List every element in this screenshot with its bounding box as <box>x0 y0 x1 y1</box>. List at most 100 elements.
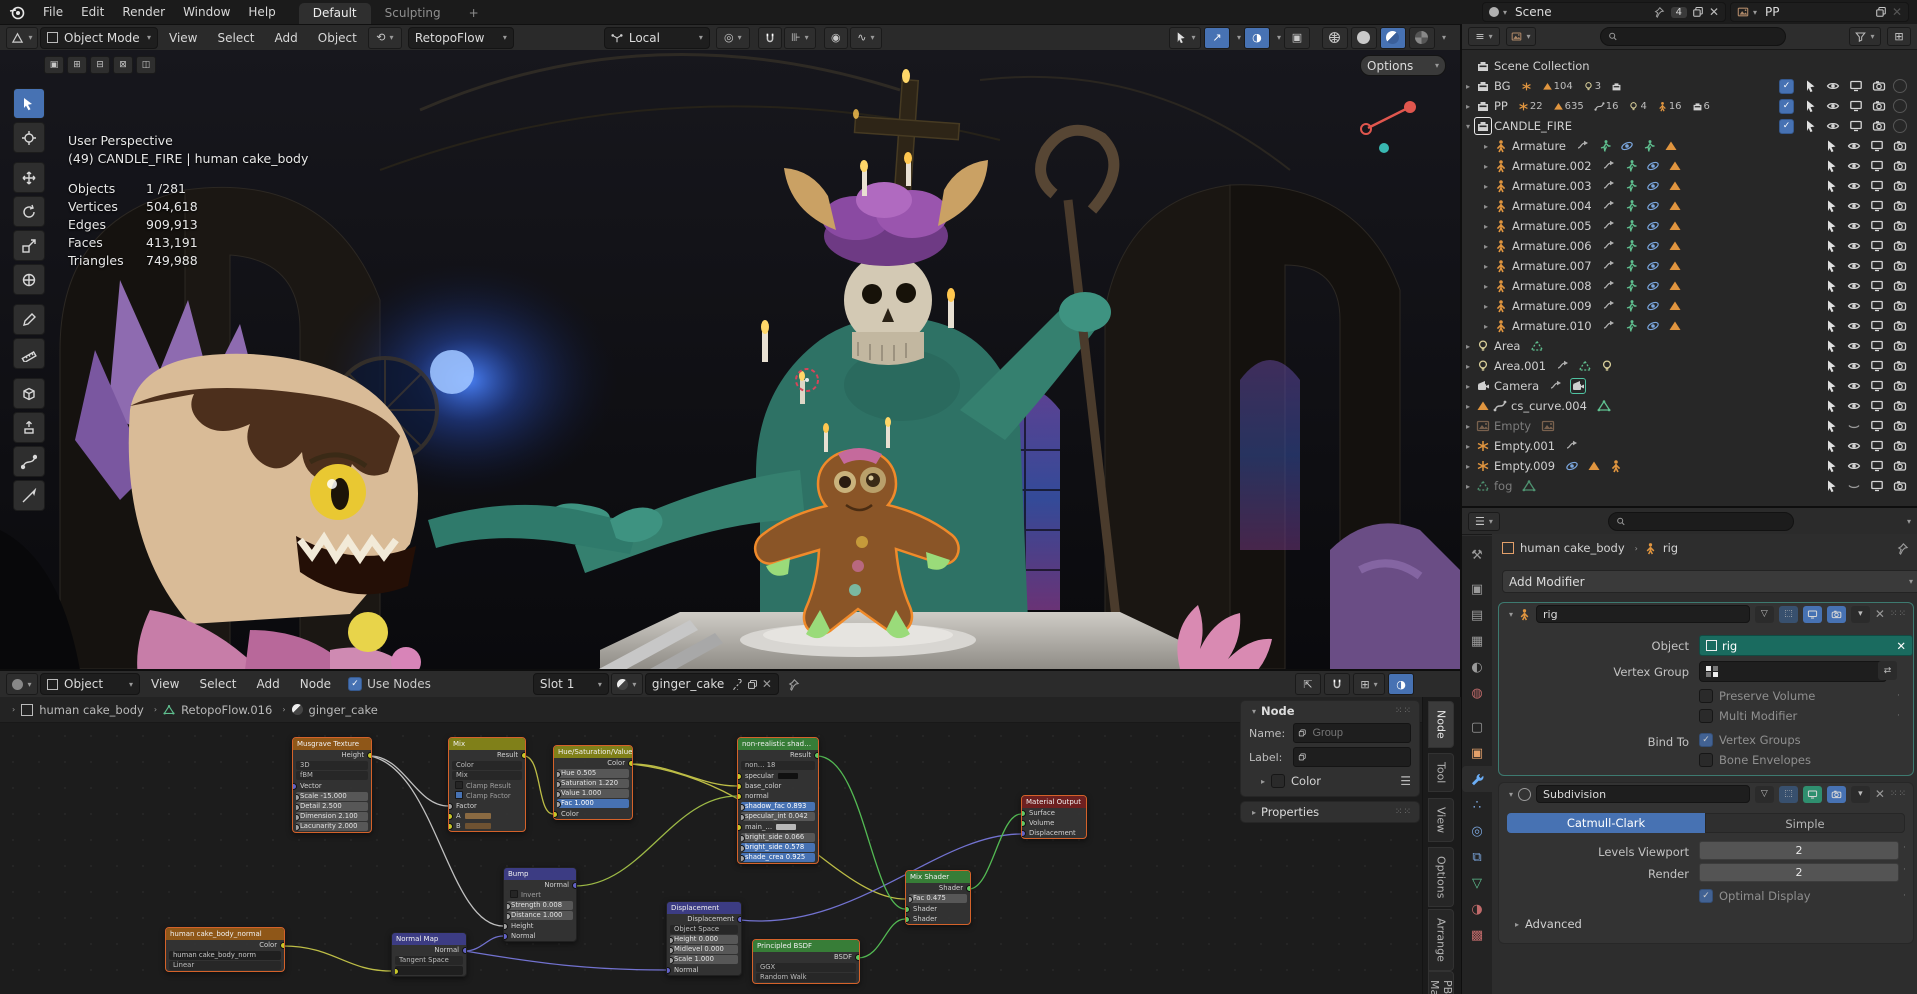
drag-handle[interactable]: ⁙⁙ <box>1890 789 1907 799</box>
material-browse-dropdown[interactable]: ▾ <box>611 673 643 695</box>
selectable-icon[interactable] <box>1824 199 1838 213</box>
outliner-row-armature-010[interactable]: ▸Armature.010 <box>1462 316 1917 336</box>
copy-icon[interactable] <box>1875 6 1887 18</box>
breadcrumb-object[interactable]: human cake_body <box>1520 541 1625 555</box>
menu-file[interactable]: File <box>34 3 72 21</box>
outliner-row-armature-008[interactable]: ▸Armature.008 <box>1462 276 1917 296</box>
menu-add[interactable]: Add <box>266 29 307 47</box>
modifier-extras-dropdown[interactable]: ▾ <box>1851 786 1870 803</box>
selectable-icon[interactable] <box>1824 379 1838 393</box>
outliner-row-area[interactable]: ▸Area <box>1462 336 1917 356</box>
tab-view-layer[interactable]: ▦ <box>1462 628 1492 654</box>
render-disable-icon[interactable] <box>1893 199 1907 213</box>
sidebar-tab-options[interactable]: Options <box>1428 847 1454 907</box>
select-mode-subtract[interactable]: ⊟ <box>90 56 110 74</box>
render-levels-field[interactable]: 2 <box>1699 863 1899 882</box>
node-principled-bsdf[interactable]: Principled BSDF BSDF GGX Random Walk <box>752 939 860 984</box>
overlays-dropdown[interactable]: ▾ <box>1277 33 1281 42</box>
edit-mode-display-toggle[interactable]: ▽ <box>1755 606 1774 623</box>
tab-material[interactable]: ◑ <box>1462 896 1492 922</box>
sidebar-tab-arrange[interactable]: Arrange <box>1428 909 1454 971</box>
show-gizmo-toggle[interactable]: ↗ <box>1204 27 1230 49</box>
menu-window[interactable]: Window <box>174 3 239 21</box>
viewport-disable-icon[interactable] <box>1870 299 1884 313</box>
properties-search-input[interactable] <box>1631 514 1786 528</box>
selectable-icon[interactable] <box>1803 99 1817 113</box>
tab-physics[interactable]: ◎ <box>1462 818 1492 844</box>
render-disable-icon[interactable] <box>1893 359 1907 373</box>
viewport-3d[interactable]: ▣ ⊞ ⊟ ⊠ ◫ Options▾ User Perspective (49)… <box>0 50 1460 669</box>
indirect-icon[interactable] <box>1893 119 1907 133</box>
vertex-group-field[interactable] <box>1699 661 1887 682</box>
viewport-disable-icon[interactable] <box>1870 179 1884 193</box>
use-nodes-toggle[interactable]: ✓Use Nodes <box>348 677 431 691</box>
node-normal-map[interactable]: Normal Map Normal Tangent Space <box>391 932 467 977</box>
node-snap-mode-dropdown[interactable]: ⊞▾ <box>1353 673 1385 695</box>
viewport-disable-icon[interactable] <box>1870 279 1884 293</box>
outliner-row-armature-006[interactable]: ▸Armature.006 <box>1462 236 1917 256</box>
proportional-editing-toggle[interactable]: ◉ <box>824 27 848 49</box>
outliner-row-cs-curve-004[interactable]: ▸cs_curve.004 <box>1462 396 1917 416</box>
select-mode-extend[interactable]: ⊞ <box>67 56 87 74</box>
tool-select-box[interactable] <box>13 88 45 119</box>
copy-icon[interactable] <box>1692 6 1704 18</box>
selectable-icon[interactable] <box>1824 299 1838 313</box>
edit-mode-display-toggle[interactable]: ▽ <box>1755 786 1774 803</box>
clear-object-icon[interactable]: ✕ <box>1896 639 1906 653</box>
viewport-disable-icon[interactable] <box>1870 319 1884 333</box>
levels-viewport-field[interactable]: 2 <box>1699 841 1899 860</box>
tab-modifiers[interactable] <box>1462 766 1492 792</box>
realtime-display-toggle[interactable] <box>1803 606 1822 623</box>
menu-add[interactable]: Add <box>248 675 289 693</box>
outliner-row-armature-003[interactable]: ▸Armature.003 <box>1462 176 1917 196</box>
node-hue-saturation-value[interactable]: Hue/Saturation/Value Color Hue 0.505 Sat… <box>553 745 633 820</box>
link-icon[interactable] <box>732 679 743 690</box>
render-disable-icon[interactable] <box>1893 419 1907 433</box>
crumb-object[interactable]: human cake_body <box>39 703 144 717</box>
menu-help[interactable]: Help <box>239 3 284 21</box>
viewport-disable-icon[interactable] <box>1870 459 1884 473</box>
selectable-icon[interactable] <box>1824 139 1838 153</box>
selectable-icon[interactable] <box>1824 179 1838 193</box>
hide-icon[interactable] <box>1847 479 1861 493</box>
properties-search[interactable] <box>1608 512 1794 531</box>
tool-knife[interactable] <box>13 480 45 511</box>
render-disable-icon[interactable] <box>1893 279 1907 293</box>
selectable-icon[interactable] <box>1824 419 1838 433</box>
render-disable-icon[interactable] <box>1893 239 1907 253</box>
render-disable-icon[interactable] <box>1872 79 1886 93</box>
selectable-icon[interactable] <box>1824 399 1838 413</box>
blender-logo-icon[interactable] <box>8 3 26 21</box>
tool-measure[interactable] <box>13 338 45 369</box>
outliner-row-area-001[interactable]: ▸Area.001 <box>1462 356 1917 376</box>
indirect-icon[interactable] <box>1893 99 1907 113</box>
outliner-row-armature-005[interactable]: ▸Armature.005 <box>1462 216 1917 236</box>
hide-icon[interactable] <box>1847 439 1861 453</box>
view-layer-selector[interactable]: ▾ PP ✕ <box>1730 2 1909 22</box>
node-name-input[interactable] <box>1310 726 1406 740</box>
render-disable-icon[interactable] <box>1893 399 1907 413</box>
multi-modifier-row[interactable]: Multi Modifier <box>1699 709 1797 723</box>
indirect-icon[interactable] <box>1893 79 1907 93</box>
hide-icon[interactable] <box>1847 239 1861 253</box>
viewport-disable-icon[interactable] <box>1849 99 1863 113</box>
show-overlays-toggle[interactable]: ◑ <box>1244 27 1270 49</box>
bind-vertex-groups-row[interactable]: ✓Vertex Groups <box>1699 733 1801 747</box>
modifier-name-field[interactable] <box>1536 785 1750 803</box>
selectable-icon[interactable] <box>1824 219 1838 233</box>
color-presets-icon[interactable]: ☰ <box>1400 774 1411 788</box>
selectable-icon[interactable] <box>1824 279 1838 293</box>
cage-display-toggle[interactable]: ⬚ <box>1779 606 1798 623</box>
selectable-icon[interactable] <box>1824 259 1838 273</box>
render-display-toggle[interactable] <box>1827 786 1846 803</box>
viewport-disable-icon[interactable] <box>1870 359 1884 373</box>
armature-object-field[interactable]: rig ✕ <box>1699 635 1913 656</box>
outliner-row-empty[interactable]: ▸Empty <box>1462 416 1917 436</box>
breadcrumb-modifier[interactable]: rig <box>1663 541 1678 555</box>
collection-checkbox[interactable]: ✓ <box>1779 79 1794 94</box>
simple-button[interactable]: Simple <box>1705 813 1905 833</box>
properties-options-dropdown[interactable]: ▾ <box>1907 517 1911 526</box>
modifier-name-field[interactable] <box>1536 605 1750 623</box>
hide-icon[interactable] <box>1847 319 1861 333</box>
node-parent-icon[interactable]: ⇱ <box>1295 673 1321 695</box>
